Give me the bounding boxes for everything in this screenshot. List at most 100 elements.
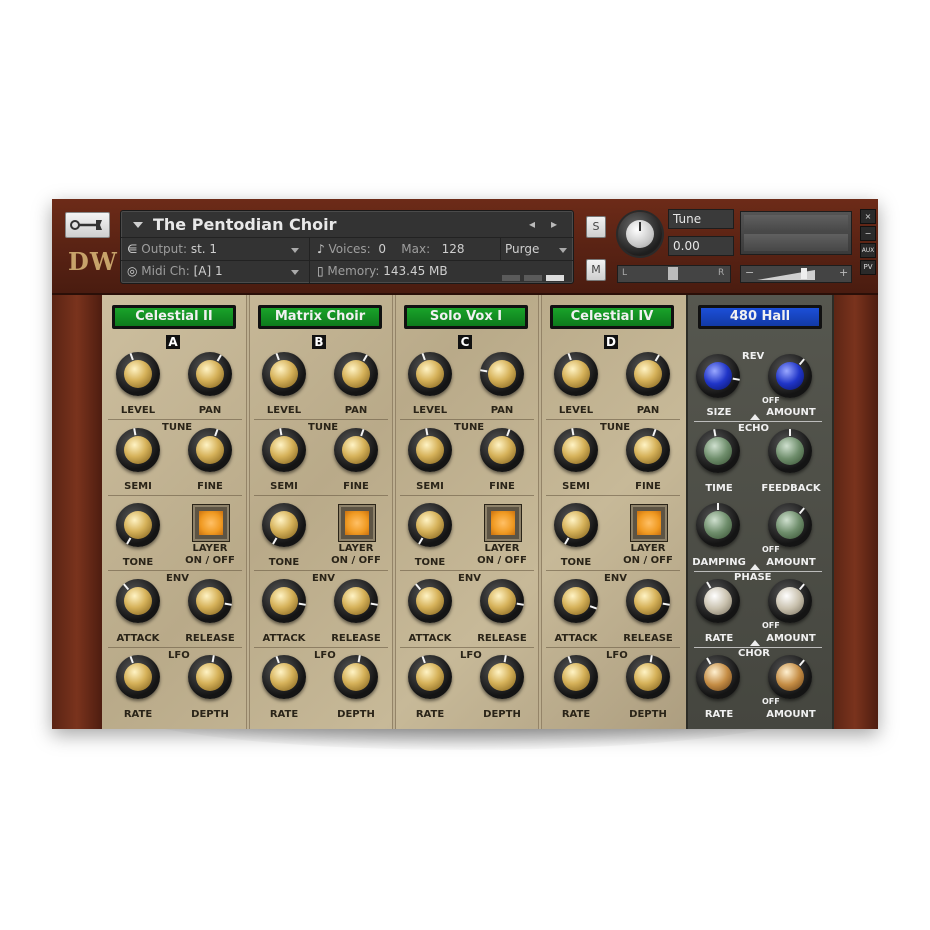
pan-knob[interactable]: [626, 352, 670, 396]
lfo-rate-label: RATE: [123, 709, 153, 720]
close-icon[interactable]: ×: [860, 209, 876, 224]
tone-label: TONE: [560, 557, 592, 568]
instrument-menu-arrow-icon[interactable]: [133, 222, 143, 228]
fx-preset-display[interactable]: 480 Hall: [698, 305, 822, 329]
tone-label: TONE: [268, 557, 300, 568]
env-section-label: ENV: [458, 573, 481, 584]
chor-rate-knob[interactable]: [696, 655, 740, 699]
lfo-depth-knob[interactable]: [188, 655, 232, 699]
attack-knob[interactable]: [554, 579, 598, 623]
minimize-icon[interactable]: −: [860, 226, 876, 241]
lfo-rate-label: RATE: [561, 709, 591, 720]
fine-knob[interactable]: [480, 428, 524, 472]
fine-knob[interactable]: [334, 428, 378, 472]
pan-slider[interactable]: L R: [617, 265, 731, 283]
volume-plus[interactable]: +: [839, 266, 848, 279]
volume-ramp-icon: [757, 270, 815, 280]
lfo-depth-knob[interactable]: [480, 655, 524, 699]
release-label: RELEASE: [185, 633, 235, 644]
channel-strip: Celestial IV D LEVEL PAN TUNE SEMI FINE TO…: [540, 295, 686, 729]
echo-damping-knob[interactable]: [696, 503, 740, 547]
max-voices-value[interactable]: 128: [442, 242, 465, 256]
echo-amount-knob[interactable]: [768, 503, 812, 547]
attack-knob[interactable]: [262, 579, 306, 623]
pan-knob[interactable]: [480, 352, 524, 396]
fine-knob[interactable]: [626, 428, 670, 472]
layer-onoff-button[interactable]: [484, 504, 522, 542]
rev-amount-knob[interactable]: [768, 354, 812, 398]
lfo-rate-knob[interactable]: [116, 655, 160, 699]
channel-preset-display[interactable]: Celestial II: [112, 305, 236, 329]
lfo-depth-knob[interactable]: [334, 655, 378, 699]
release-knob[interactable]: [334, 579, 378, 623]
pv-button[interactable]: PV: [860, 260, 876, 275]
lfo-rate-knob[interactable]: [408, 655, 452, 699]
channel-preset-name: Solo Vox I: [407, 308, 525, 326]
tune-knob[interactable]: [618, 212, 662, 256]
tune-value[interactable]: 0.00: [668, 236, 734, 256]
divider: [108, 647, 242, 648]
memory-value: 143.45 MB: [383, 264, 448, 278]
attack-knob[interactable]: [408, 579, 452, 623]
chor-amount-knob[interactable]: [768, 655, 812, 699]
midi-channel-selector[interactable]: ◎ Midi Ch: [A] 1: [127, 264, 223, 278]
channel-preset-name: Matrix Choir: [261, 308, 379, 326]
mute-button[interactable]: M: [586, 259, 606, 281]
divider: [694, 421, 822, 422]
level-knob[interactable]: [262, 352, 306, 396]
layer-onoff-button[interactable]: [192, 504, 230, 542]
semi-knob[interactable]: [116, 428, 160, 472]
phase-rate-knob[interactable]: [696, 579, 740, 623]
output-selector[interactable]: ⋹ Output: st. 1: [127, 242, 217, 256]
section-marker-icon: [750, 414, 760, 420]
memory-display: ▯ Memory: 143.45 MB: [317, 264, 448, 278]
next-preset-arrow-icon[interactable]: ▸: [551, 217, 557, 231]
echo-time-knob[interactable]: [696, 429, 740, 473]
channel-preset-display[interactable]: Matrix Choir: [258, 305, 382, 329]
tone-knob[interactable]: [554, 503, 598, 547]
semi-knob[interactable]: [262, 428, 306, 472]
pan-slider-handle[interactable]: [668, 267, 678, 280]
layer-onoff-button[interactable]: [630, 504, 668, 542]
tone-knob[interactable]: [116, 503, 160, 547]
output-dropdown-icon[interactable]: [291, 248, 299, 253]
phase-amount-knob[interactable]: [768, 579, 812, 623]
pan-knob[interactable]: [188, 352, 232, 396]
midi-dropdown-icon[interactable]: [291, 270, 299, 275]
semi-knob[interactable]: [554, 428, 598, 472]
prev-preset-arrow-icon[interactable]: ◂: [529, 217, 535, 231]
section-marker-icon: [750, 564, 760, 570]
solo-button[interactable]: S: [586, 216, 606, 238]
release-knob[interactable]: [626, 579, 670, 623]
level-knob[interactable]: [554, 352, 598, 396]
lfo-rate-knob[interactable]: [554, 655, 598, 699]
volume-handle[interactable]: [801, 268, 807, 279]
lfo-depth-knob[interactable]: [626, 655, 670, 699]
release-knob[interactable]: [480, 579, 524, 623]
instrument-header: DW The Pentodian Choir ◂ ▸ ⋹ Output: st.…: [52, 199, 878, 295]
level-knob[interactable]: [116, 352, 160, 396]
release-knob[interactable]: [188, 579, 232, 623]
wrench-button[interactable]: [65, 212, 110, 238]
channel-preset-name: Celestial IV: [553, 308, 671, 326]
attack-knob[interactable]: [116, 579, 160, 623]
tone-knob[interactable]: [262, 503, 306, 547]
lfo-rate-knob[interactable]: [262, 655, 306, 699]
aux-button[interactable]: AUX: [860, 243, 876, 258]
purge-menu[interactable]: Purge: [500, 238, 574, 260]
volume-minus[interactable]: −: [745, 266, 754, 279]
echo-feedback-knob[interactable]: [768, 429, 812, 473]
phase-off-label: OFF: [762, 621, 780, 630]
pan-knob[interactable]: [334, 352, 378, 396]
semi-knob[interactable]: [408, 428, 452, 472]
volume-slider[interactable]: − +: [740, 265, 852, 283]
lfo-depth-label: DEPTH: [337, 709, 375, 720]
layer-onoff-button[interactable]: [338, 504, 376, 542]
divider: [546, 419, 680, 420]
tone-knob[interactable]: [408, 503, 452, 547]
level-knob[interactable]: [408, 352, 452, 396]
rev-size-knob[interactable]: [696, 354, 740, 398]
fine-knob[interactable]: [188, 428, 232, 472]
channel-preset-display[interactable]: Solo Vox I: [404, 305, 528, 329]
channel-preset-display[interactable]: Celestial IV: [550, 305, 674, 329]
